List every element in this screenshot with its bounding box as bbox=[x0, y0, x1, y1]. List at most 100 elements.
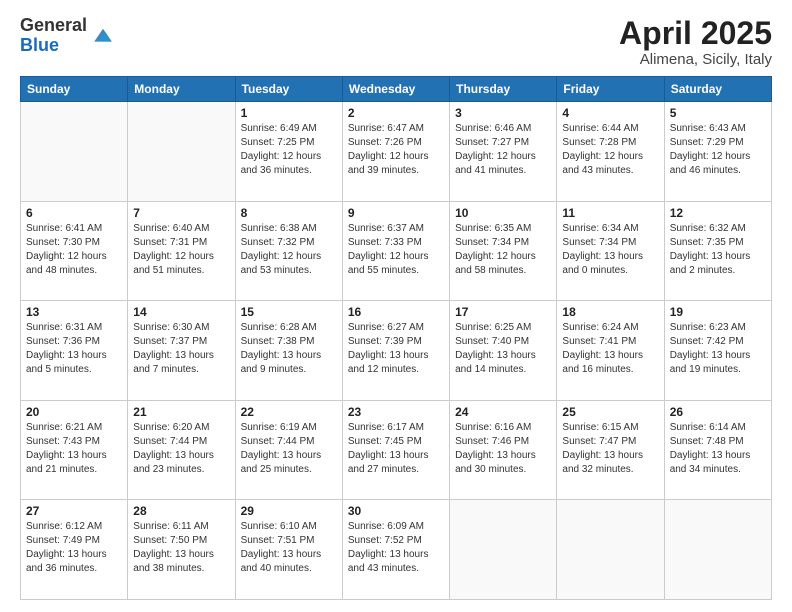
day-number: 12 bbox=[670, 206, 766, 220]
day-info: Sunrise: 6:27 AMSunset: 7:39 PMDaylight:… bbox=[348, 321, 444, 377]
day-number: 4 bbox=[562, 106, 658, 120]
logo-general: General bbox=[20, 15, 87, 35]
day-info: Sunrise: 6:23 AMSunset: 7:42 PMDaylight:… bbox=[670, 321, 766, 377]
logo-text: General Blue bbox=[20, 16, 87, 56]
day-number: 30 bbox=[348, 504, 444, 518]
day-info: Sunrise: 6:20 AMSunset: 7:44 PMDaylight:… bbox=[133, 421, 229, 477]
day-cell bbox=[664, 500, 771, 600]
weekday-header-wednesday: Wednesday bbox=[342, 77, 449, 102]
day-cell: 1 Sunrise: 6:49 AMSunset: 7:25 PMDaylight… bbox=[235, 102, 342, 202]
day-cell: 21 Sunrise: 6:20 AMSunset: 7:44 PMDayligh… bbox=[128, 400, 235, 500]
day-number: 26 bbox=[670, 405, 766, 419]
logo-icon bbox=[91, 24, 115, 48]
day-cell: 3 Sunrise: 6:46 AMSunset: 7:27 PMDaylight… bbox=[450, 102, 557, 202]
day-info: Sunrise: 6:49 AMSunset: 7:25 PMDaylight:… bbox=[241, 122, 337, 178]
day-info: Sunrise: 6:47 AMSunset: 7:26 PMDaylight:… bbox=[348, 122, 444, 178]
calendar-title: April 2025 bbox=[619, 16, 772, 51]
day-number: 2 bbox=[348, 106, 444, 120]
day-info: Sunrise: 6:41 AMSunset: 7:30 PMDaylight:… bbox=[26, 222, 122, 278]
day-cell: 13 Sunrise: 6:31 AMSunset: 7:36 PMDayligh… bbox=[21, 301, 128, 401]
title-section: April 2025 Alimena, Sicily, Italy bbox=[619, 16, 772, 68]
day-number: 24 bbox=[455, 405, 551, 419]
day-cell: 9 Sunrise: 6:37 AMSunset: 7:33 PMDaylight… bbox=[342, 201, 449, 301]
week-row-4: 20Sunrise: 6:21 AMSunset: 7:43 PMDayligh… bbox=[21, 400, 772, 500]
day-cell: 12 Sunrise: 6:32 AMSunset: 7:35 PMDayligh… bbox=[664, 201, 771, 301]
day-cell: 17 Sunrise: 6:25 AMSunset: 7:40 PMDayligh… bbox=[450, 301, 557, 401]
day-cell: 25Sunrise: 6:15 AMSunset: 7:47 PMDayligh… bbox=[557, 400, 664, 500]
day-cell: 23Sunrise: 6:17 AMSunset: 7:45 PMDayligh… bbox=[342, 400, 449, 500]
calendar-table: SundayMondayTuesdayWednesdayThursdayFrid… bbox=[20, 76, 772, 600]
day-info: Sunrise: 6:44 AMSunset: 7:28 PMDaylight:… bbox=[562, 122, 658, 178]
day-cell: 22 Sunrise: 6:19 AMSunset: 7:44 PMDayligh… bbox=[235, 400, 342, 500]
day-cell: 11Sunrise: 6:34 AMSunset: 7:34 PMDayligh… bbox=[557, 201, 664, 301]
day-cell bbox=[21, 102, 128, 202]
day-cell: 19Sunrise: 6:23 AMSunset: 7:42 PMDayligh… bbox=[664, 301, 771, 401]
week-row-3: 13 Sunrise: 6:31 AMSunset: 7:36 PMDayligh… bbox=[21, 301, 772, 401]
day-number: 20 bbox=[26, 405, 122, 419]
day-info: Sunrise: 6:40 AMSunset: 7:31 PMDaylight:… bbox=[133, 222, 229, 278]
calendar-header: SundayMondayTuesdayWednesdayThursdayFrid… bbox=[21, 77, 772, 102]
day-cell: 27Sunrise: 6:12 AMSunset: 7:49 PMDayligh… bbox=[21, 500, 128, 600]
day-number: 1 bbox=[241, 106, 337, 120]
day-info: Sunrise: 6:24 AMSunset: 7:41 PMDaylight:… bbox=[562, 321, 658, 377]
day-info: Sunrise: 6:28 AMSunset: 7:38 PMDaylight:… bbox=[241, 321, 337, 377]
day-info: Sunrise: 6:14 AMSunset: 7:48 PMDaylight:… bbox=[670, 421, 766, 477]
day-number: 11 bbox=[562, 206, 658, 220]
day-info: Sunrise: 6:09 AMSunset: 7:52 PMDaylight:… bbox=[348, 520, 444, 576]
day-info: Sunrise: 6:38 AMSunset: 7:32 PMDaylight:… bbox=[241, 222, 337, 278]
day-cell: 10Sunrise: 6:35 AMSunset: 7:34 PMDayligh… bbox=[450, 201, 557, 301]
day-cell: 2 Sunrise: 6:47 AMSunset: 7:26 PMDaylight… bbox=[342, 102, 449, 202]
day-number: 3 bbox=[455, 106, 551, 120]
day-number: 16 bbox=[348, 305, 444, 319]
day-number: 13 bbox=[26, 305, 122, 319]
day-cell: 16 Sunrise: 6:27 AMSunset: 7:39 PMDayligh… bbox=[342, 301, 449, 401]
day-number: 23 bbox=[348, 405, 444, 419]
weekday-header-thursday: Thursday bbox=[450, 77, 557, 102]
day-number: 9 bbox=[348, 206, 444, 220]
day-info: Sunrise: 6:31 AMSunset: 7:36 PMDaylight:… bbox=[26, 321, 122, 377]
day-cell: 28Sunrise: 6:11 AMSunset: 7:50 PMDayligh… bbox=[128, 500, 235, 600]
day-number: 8 bbox=[241, 206, 337, 220]
day-number: 22 bbox=[241, 405, 337, 419]
day-info: Sunrise: 6:15 AMSunset: 7:47 PMDaylight:… bbox=[562, 421, 658, 477]
day-info: Sunrise: 6:46 AMSunset: 7:27 PMDaylight:… bbox=[455, 122, 551, 178]
day-cell: 30 Sunrise: 6:09 AMSunset: 7:52 PMDayligh… bbox=[342, 500, 449, 600]
calendar-body: 1 Sunrise: 6:49 AMSunset: 7:25 PMDaylight… bbox=[21, 102, 772, 600]
day-cell: 29 Sunrise: 6:10 AMSunset: 7:51 PMDayligh… bbox=[235, 500, 342, 600]
weekday-header-sunday: Sunday bbox=[21, 77, 128, 102]
day-number: 21 bbox=[133, 405, 229, 419]
logo: General Blue bbox=[20, 16, 115, 56]
day-number: 27 bbox=[26, 504, 122, 518]
top-section: General Blue April 2025 Alimena, Sicily,… bbox=[20, 16, 772, 68]
day-number: 18 bbox=[562, 305, 658, 319]
day-info: Sunrise: 6:37 AMSunset: 7:33 PMDaylight:… bbox=[348, 222, 444, 278]
day-info: Sunrise: 6:35 AMSunset: 7:34 PMDaylight:… bbox=[455, 222, 551, 278]
logo-blue: Blue bbox=[20, 35, 59, 55]
day-cell: 15 Sunrise: 6:28 AMSunset: 7:38 PMDayligh… bbox=[235, 301, 342, 401]
day-info: Sunrise: 6:25 AMSunset: 7:40 PMDaylight:… bbox=[455, 321, 551, 377]
day-number: 15 bbox=[241, 305, 337, 319]
weekday-header-friday: Friday bbox=[557, 77, 664, 102]
day-number: 29 bbox=[241, 504, 337, 518]
day-info: Sunrise: 6:10 AMSunset: 7:51 PMDaylight:… bbox=[241, 520, 337, 576]
day-info: Sunrise: 6:19 AMSunset: 7:44 PMDaylight:… bbox=[241, 421, 337, 477]
weekday-header-row: SundayMondayTuesdayWednesdayThursdayFrid… bbox=[21, 77, 772, 102]
day-number: 14 bbox=[133, 305, 229, 319]
day-cell bbox=[450, 500, 557, 600]
day-cell: 20Sunrise: 6:21 AMSunset: 7:43 PMDayligh… bbox=[21, 400, 128, 500]
week-row-5: 27Sunrise: 6:12 AMSunset: 7:49 PMDayligh… bbox=[21, 500, 772, 600]
day-number: 17 bbox=[455, 305, 551, 319]
day-cell: 14Sunrise: 6:30 AMSunset: 7:37 PMDayligh… bbox=[128, 301, 235, 401]
day-number: 6 bbox=[26, 206, 122, 220]
day-cell bbox=[557, 500, 664, 600]
day-cell: 18 Sunrise: 6:24 AMSunset: 7:41 PMDayligh… bbox=[557, 301, 664, 401]
week-row-1: 1 Sunrise: 6:49 AMSunset: 7:25 PMDaylight… bbox=[21, 102, 772, 202]
week-row-2: 6 Sunrise: 6:41 AMSunset: 7:30 PMDaylight… bbox=[21, 201, 772, 301]
day-number: 7 bbox=[133, 206, 229, 220]
day-info: Sunrise: 6:16 AMSunset: 7:46 PMDaylight:… bbox=[455, 421, 551, 477]
day-info: Sunrise: 6:32 AMSunset: 7:35 PMDaylight:… bbox=[670, 222, 766, 278]
day-info: Sunrise: 6:11 AMSunset: 7:50 PMDaylight:… bbox=[133, 520, 229, 576]
day-number: 5 bbox=[670, 106, 766, 120]
page: General Blue April 2025 Alimena, Sicily,… bbox=[0, 0, 792, 612]
day-info: Sunrise: 6:43 AMSunset: 7:29 PMDaylight:… bbox=[670, 122, 766, 178]
